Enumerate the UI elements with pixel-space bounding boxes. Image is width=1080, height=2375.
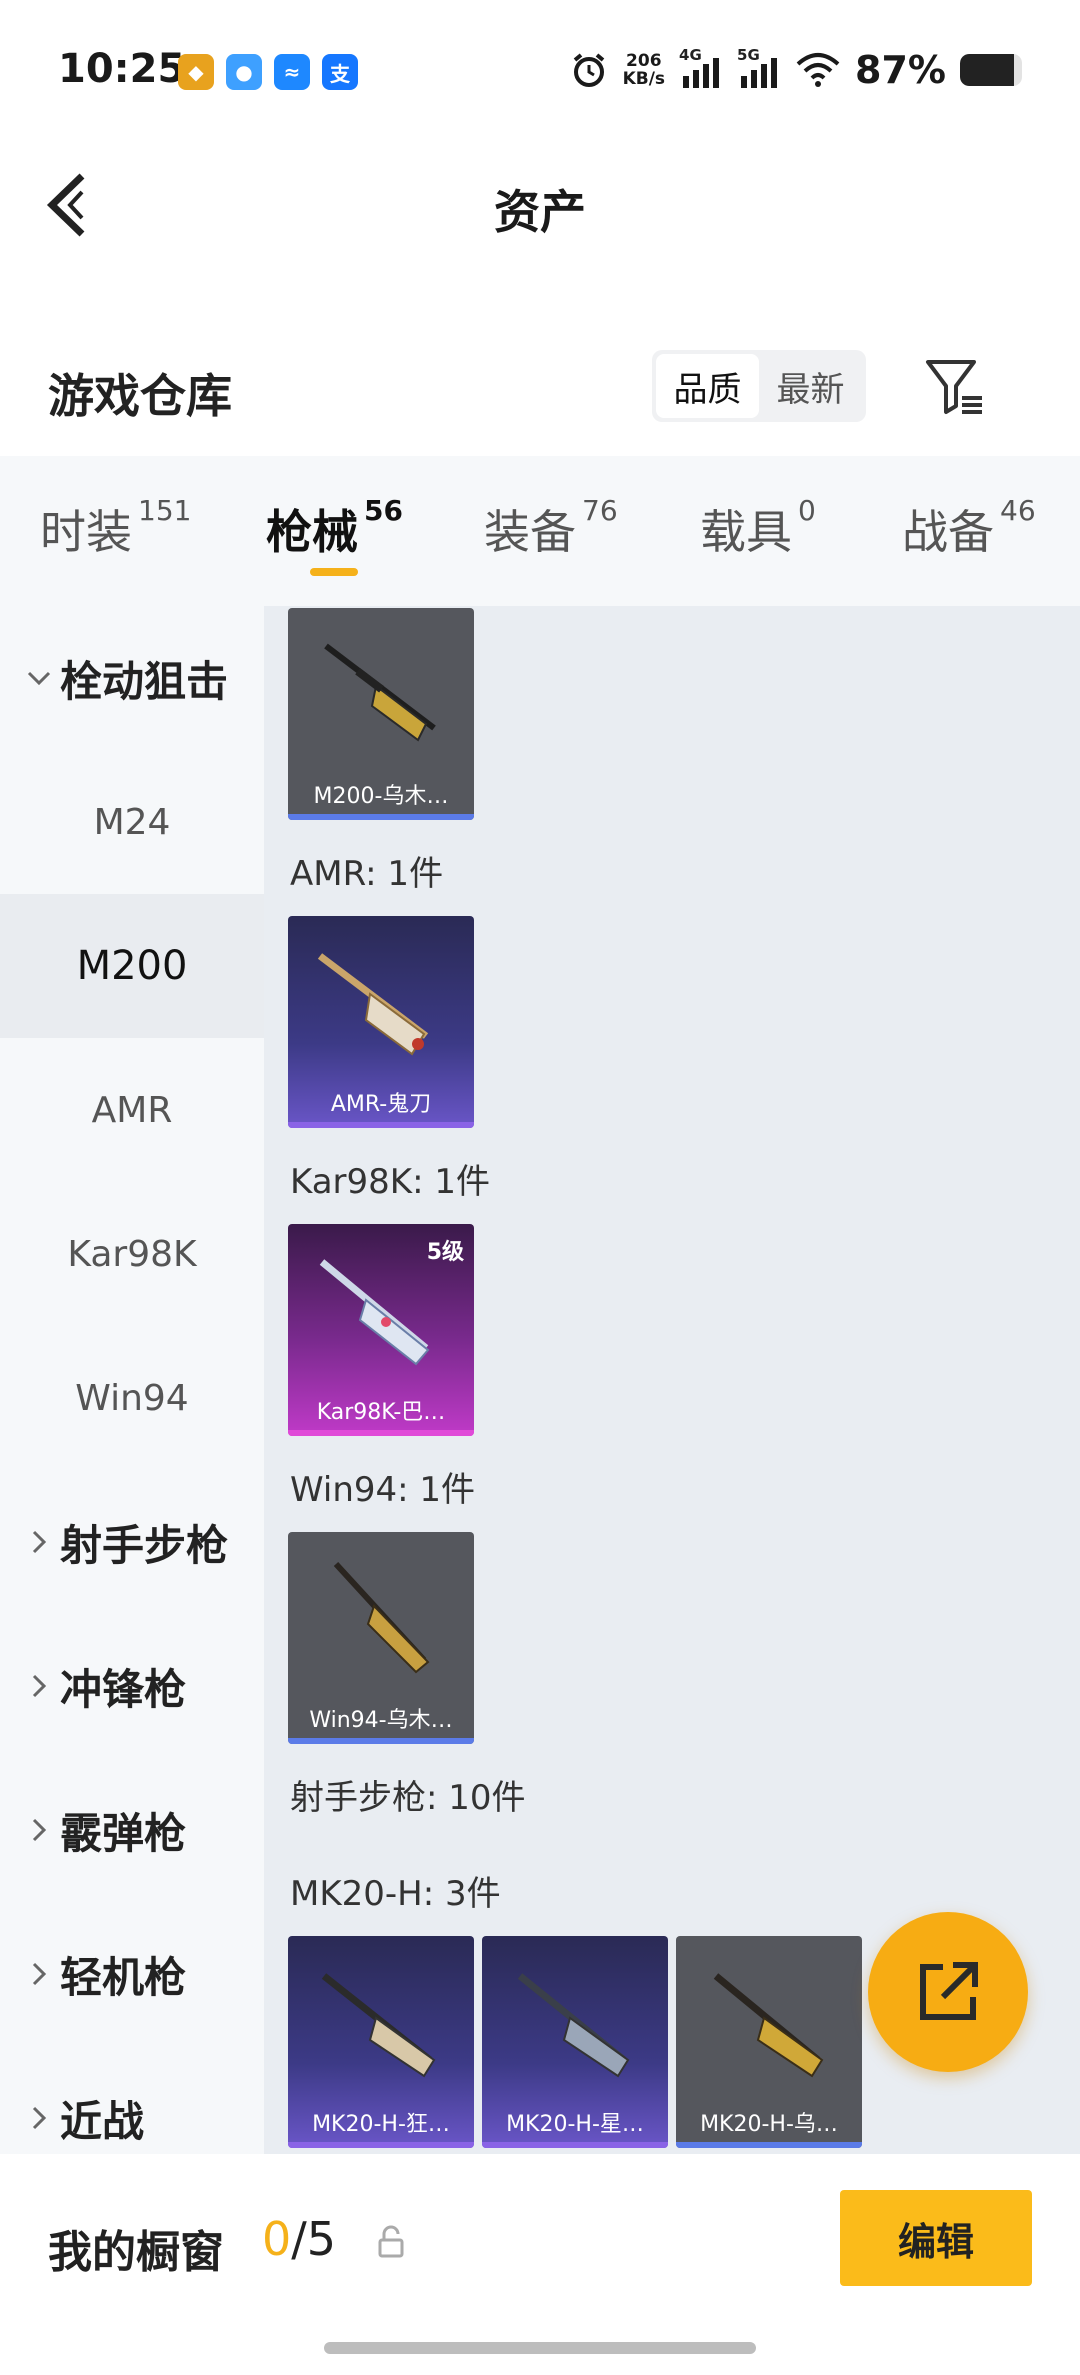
game-app-icon: ◆ — [178, 54, 214, 90]
showcase-count: 0/5 — [262, 2212, 337, 2266]
external-link-icon — [920, 1962, 978, 2020]
item-name: AMR-鬼刀 — [330, 1092, 432, 1117]
filter-icon[interactable] — [922, 354, 986, 418]
edit-button[interactable]: 编辑 — [840, 2190, 1032, 2286]
item-name: MK20-H-狂… — [312, 2112, 450, 2137]
lock-icon — [378, 2225, 404, 2258]
section-label-mk20h: MK20-H: 3件 — [290, 1874, 501, 1914]
alarm-icon — [573, 53, 604, 87]
showcase-title: 我的橱窗 — [48, 2227, 224, 2278]
pay-app-icon: 支 — [322, 54, 358, 90]
sidebar-group-melee[interactable]: 近战 — [0, 2046, 264, 2154]
section-label-amr: AMR: 1件 — [290, 854, 444, 894]
sidebar-group-shotgun[interactable]: 霰弹枪 — [0, 1758, 264, 1902]
rifle-image — [713, 1973, 824, 2078]
rifle-image — [517, 1973, 630, 2078]
chevron-down-icon — [27, 671, 51, 686]
sidebar-group-bolt-action[interactable]: 栓动狙击 — [0, 606, 264, 750]
sidebar-item-kar98k[interactable]: Kar98K — [0, 1182, 264, 1326]
item-card-kar98k[interactable]: 5级 Kar98K-巴… — [288, 1224, 474, 1436]
rifle-image — [333, 1561, 430, 1674]
item-card-amr[interactable]: AMR-鬼刀 — [288, 916, 474, 1128]
active-tab-indicator — [310, 568, 358, 576]
chevron-right-icon — [32, 1962, 47, 1986]
chevron-right-icon — [32, 1818, 47, 1842]
section-label-marksman: 射手步枪: 10件 — [290, 1778, 526, 1818]
share-fab-button[interactable] — [868, 1912, 1028, 2072]
tab-fashion[interactable]: 时装 151 — [40, 494, 191, 562]
page-header: 资产 — [0, 140, 1080, 270]
item-name: M200-乌木… — [313, 784, 449, 809]
sidebar-item-m200[interactable]: M200 — [0, 894, 264, 1038]
item-name: Kar98K-巴… — [316, 1400, 446, 1425]
chevron-right-icon — [32, 1530, 47, 1554]
bird-app-icon: ● — [226, 54, 262, 90]
warehouse-header: 游戏仓库 品质 最新 — [0, 330, 1080, 450]
item-name: MK20-H-乌… — [700, 2112, 838, 2137]
rifle-image — [319, 1259, 430, 1366]
sort-quality-option[interactable]: 品质 — [656, 354, 759, 418]
category-tabs: 时装 151 枪械 56 装备 76 载具 0 战备 46 — [0, 456, 1080, 606]
notification-icons: ◆ ● ≈ 支 — [178, 54, 358, 90]
feather-app-icon: ≈ — [274, 54, 310, 90]
item-card-mk20h-1[interactable]: MK20-H-狂… — [288, 1936, 474, 2148]
sort-toggle: 品质 最新 — [652, 350, 866, 422]
battery-percent: 87% — [855, 48, 946, 92]
tab-vehicles[interactable]: 载具 0 — [700, 494, 816, 562]
section-label-win94: Win94: 1件 — [290, 1470, 476, 1510]
rifle-image — [321, 1973, 436, 2078]
home-indicator[interactable] — [324, 2342, 756, 2354]
section-label-kar98k: Kar98K: 1件 — [290, 1162, 490, 1202]
sidebar-group-lmg[interactable]: 轻机枪 — [0, 1902, 264, 2046]
item-name: MK20-H-星… — [506, 2112, 644, 2137]
clock: 10:25 — [58, 46, 186, 92]
chevron-right-icon — [32, 2106, 47, 2130]
sidebar-group-smg[interactable]: 冲锋枪 — [0, 1614, 264, 1758]
sort-newest-option[interactable]: 最新 — [759, 354, 862, 418]
warehouse-title: 游戏仓库 — [48, 369, 232, 423]
category-sidebar: 栓动狙击 M24 M200 AMR Kar98K Win94 射手步枪 冲锋枪 … — [0, 606, 264, 2154]
signal-4g-icon: 4G — [679, 46, 723, 90]
battery-icon — [960, 54, 1022, 86]
item-card-win94[interactable]: Win94-乌木… — [288, 1532, 474, 1744]
sidebar-item-win94[interactable]: Win94 — [0, 1326, 264, 1470]
status-bar: 10:25 ◆ ● ≈ 支 206 KB/s 4G 5G 87% — [0, 0, 1080, 140]
page-title: 资产 — [494, 185, 586, 239]
item-card-mk20h-2[interactable]: MK20-H-星… — [482, 1936, 668, 2148]
rifle-image — [317, 953, 429, 1056]
signal-5g-icon: 5G — [737, 46, 781, 90]
chevron-right-icon — [32, 1674, 47, 1698]
tab-supplies[interactable]: 战备 46 — [902, 494, 1036, 562]
sidebar-item-amr[interactable]: AMR — [0, 1038, 264, 1182]
wifi-icon — [796, 53, 840, 87]
item-name: Win94-乌木… — [309, 1708, 453, 1733]
tab-equipment[interactable]: 装备 76 — [484, 494, 618, 562]
showcase-bar: 我的橱窗 0/5 编辑 — [0, 2154, 1080, 2375]
network-speed: 206 KB/s — [622, 51, 666, 89]
tab-firearms[interactable]: 枪械 56 — [266, 494, 403, 562]
rifle-image — [324, 643, 436, 742]
sidebar-group-marksman[interactable]: 射手步枪 — [0, 1470, 264, 1614]
sidebar-item-m24[interactable]: M24 — [0, 750, 264, 894]
item-card-mk20h-3[interactable]: MK20-H-乌… — [676, 1936, 862, 2148]
item-card-m200[interactable]: M200-乌木… — [288, 608, 474, 820]
